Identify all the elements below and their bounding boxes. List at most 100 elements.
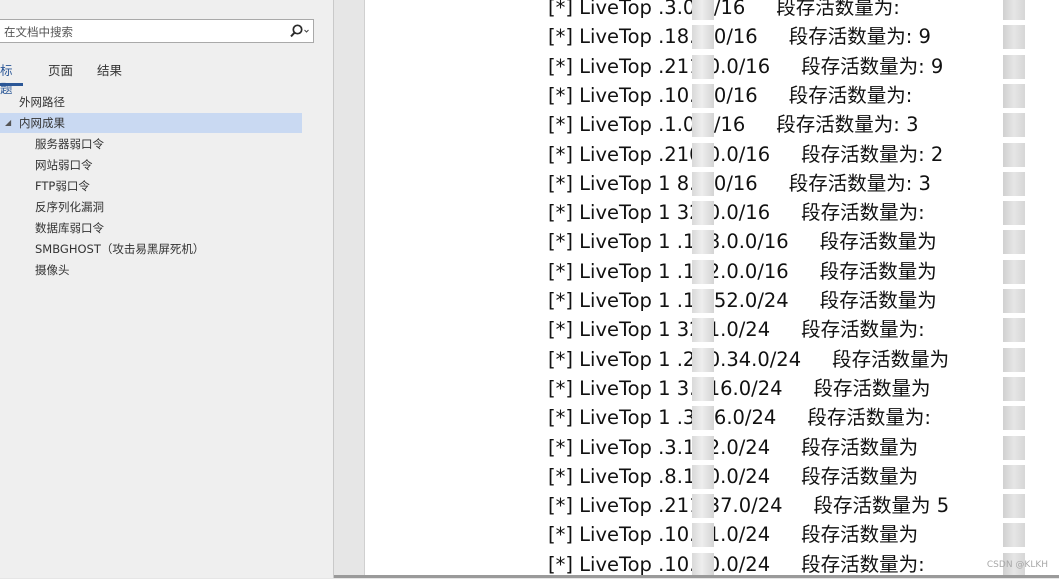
redaction-mask [692,54,714,79]
redaction-mask [692,464,714,489]
tree-item-external-path[interactable]: 外网路径 [0,92,302,112]
tree-item-label: 外网路径 [19,95,65,109]
line-prefix: [*] LiveTop [548,171,659,195]
line-label: 段存活数量为: [788,25,913,49]
line-count: 9 [912,25,931,49]
line-ip-range: 1 32.0.0/16 [658,201,771,225]
scan-output-line: [*] LiveTop 1 .210.34.0/24 段存活数量为 [548,345,949,374]
redaction-mask [692,113,714,138]
nav-tabs: 标题 页面 结果 [0,62,334,96]
redaction-mask [1003,289,1025,313]
line-prefix: [*] LiveTop [548,230,659,254]
tab-headings[interactable]: 标题 [0,62,23,96]
tree-item-internal-results[interactable]: ◢ 内网成果 [0,113,302,133]
line-label: 段存活数量为 [819,230,937,254]
scan-output-line: [*] LiveTop 1 .128.0.0/16 段存活数量为 [548,227,937,256]
search-button[interactable] [289,23,311,40]
line-label: 段存活数量为 [819,259,937,283]
line-label: 段存活数量为: [801,318,925,342]
scan-output-line: [*] LiveTop 1 32.0.0/16 段存活数量为: [548,198,925,227]
tree-item-database-weak-password[interactable]: 数据库弱口令 [35,218,104,238]
search-box[interactable] [0,19,314,43]
line-count: 3 [899,113,919,137]
redaction-mask [1003,113,1025,138]
redaction-mask [1003,435,1025,460]
redaction-mask [692,25,714,50]
line-prefix: [*] LiveTop [548,494,659,518]
line-label: 段存活数量为 [801,464,919,488]
tab-results[interactable]: 结果 [97,62,122,86]
document-area[interactable]: [*] LiveTop .3.0.0/16 段存活数量为:[*] LiveTop… [334,0,1059,578]
scan-output-line: [*] LiveTop .210.0.0/16 段存活数量为: 2 [548,140,943,169]
redaction-mask [692,171,714,196]
line-ip-range: .210.0.0/16 [658,142,771,166]
tree-item-camera[interactable]: 摄像头 [35,260,70,280]
scan-output-line: [*] LiveTop 1 .18.52.0/24 段存活数量为 [548,286,937,315]
tree-item-smbghost[interactable]: SMBGHOST（攻击易黑屏死机） [35,239,204,259]
redaction-mask [692,347,714,372]
scan-output-line: [*] LiveTop 1 3.216.0/24 段存活数量为 [548,374,931,403]
line-prefix: [*] LiveTop [548,347,659,371]
line-prefix: [*] LiveTop [548,406,659,430]
search-input[interactable] [4,23,274,40]
tree-item-website-weak-password[interactable]: 网站弱口令 [35,155,93,175]
line-ip-range: 1 .18.52.0/24 [658,289,789,312]
line-prefix: [*] LiveTop [548,464,659,488]
line-ip-range: 1 .128.0.0/16 [658,230,789,254]
redaction-mask [1003,83,1025,108]
redaction-mask [1003,347,1025,372]
redaction-mask [692,0,714,20]
document-page[interactable]: [*] LiveTop .3.0.0/16 段存活数量为:[*] LiveTop… [364,0,1059,578]
redaction-mask [1003,494,1025,519]
line-prefix: [*] LiveTop [548,83,659,107]
scan-output-line: [*] LiveTop 1 .32.6.0/24 段存活数量为: [548,403,931,432]
line-prefix: [*] LiveTop [548,25,659,49]
line-count: 5 [930,494,950,518]
line-prefix: [*] LiveTop [548,318,659,342]
tab-pages[interactable]: 页面 [48,62,73,86]
redaction-mask [692,83,714,108]
collapse-triangle-icon[interactable]: ◢ [5,113,15,133]
line-label: 段存活数量为 [819,289,937,312]
tree-item-ftp-weak-password[interactable]: FTP弱口令 [35,176,90,196]
scan-output-line: [*] LiveTop .1.0.0/16 段存活数量为: 3 [548,110,918,139]
line-ip-range: 1 32.1.0/24 [658,318,771,342]
tree-item-server-weak-password[interactable]: 服务器弱口令 [35,134,104,154]
line-ip-range: 1 3.216.0/24 [658,376,783,400]
line-label: 段存活数量为: [788,83,913,107]
tree-item-deserialization-vuln[interactable]: 反序列化漏洞 [35,197,104,217]
redaction-mask [1003,523,1025,548]
redaction-mask [692,230,714,255]
scan-output-line: [*] LiveTop .211.0.0/16 段存活数量为: 9 [548,52,943,81]
line-ip-range: 1 .210.34.0/24 [658,347,802,371]
scan-output-line: [*] LiveTop .18.0.0/16 段存活数量为: 9 [548,22,931,51]
line-ip-range: 1 .32.6.0/24 [658,406,777,430]
redaction-mask [692,523,714,548]
redaction-mask [1003,54,1025,79]
line-prefix: [*] LiveTop [548,54,659,78]
line-ip-range: .3.122.0/24 [658,435,771,459]
redaction-mask [1003,259,1025,284]
line-prefix: [*] LiveTop [548,435,659,459]
redaction-mask [692,259,714,284]
line-ip-range: .10.50.0/24 [658,552,771,576]
line-prefix: [*] LiveTop [548,523,659,547]
redaction-mask [692,494,714,519]
redaction-mask [692,142,714,167]
redaction-mask [692,406,714,431]
line-label: 段存活数量为 [801,435,919,459]
scan-output-line: [*] LiveTop 1 .192.0.0/16 段存活数量为 [548,257,937,286]
